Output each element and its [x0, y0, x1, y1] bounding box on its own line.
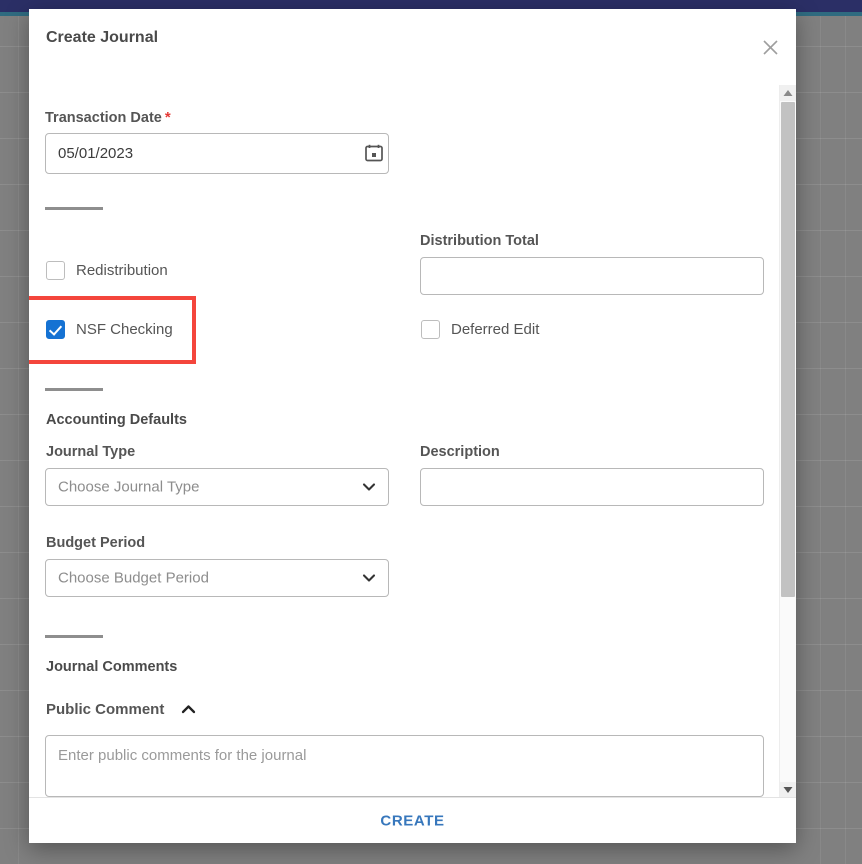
- chevron-up-icon[interactable]: [181, 702, 196, 717]
- description-label: Description: [420, 444, 500, 460]
- page-title: Create Journal: [46, 29, 159, 46]
- checkbox-label: Deferred Edit: [451, 321, 540, 338]
- modal-scrollbar[interactable]: [779, 85, 796, 798]
- budget-period-selected-value: Choose Budget Period: [58, 569, 209, 587]
- triangle-up-icon[interactable]: [780, 85, 796, 101]
- modal-footer: CREATE: [29, 797, 796, 843]
- redistribution-checkbox-box[interactable]: [46, 261, 65, 280]
- journal-type-selected-value: Choose Journal Type: [58, 478, 200, 496]
- chevron-down-icon[interactable]: [362, 571, 376, 585]
- journal-type-label: Journal Type: [46, 444, 136, 460]
- background-column-divider: [845, 16, 846, 864]
- background-column-divider: [18, 16, 19, 864]
- checkbox-deferred-edit[interactable]: Deferred Edit: [421, 320, 539, 339]
- description-input[interactable]: [420, 468, 764, 506]
- checkbox-label: Redistribution: [76, 262, 168, 279]
- divider-comments: [45, 635, 103, 638]
- public-comment-textarea[interactable]: [45, 735, 764, 797]
- journal-type-select[interactable]: Choose Journal Type: [45, 468, 389, 506]
- transaction-date-input[interactable]: [45, 133, 389, 174]
- distribution-total-label: Distribution Total: [420, 233, 539, 249]
- public-comment-label: Public Comment: [46, 701, 165, 718]
- divider-accounting: [45, 388, 103, 391]
- nsf-checking-checkbox-box[interactable]: [46, 320, 65, 339]
- distribution-total-input[interactable]: [420, 257, 764, 295]
- required-marker: *: [164, 109, 171, 126]
- checkbox-redistribution[interactable]: Redistribution: [46, 261, 168, 280]
- create-journal-modal: Create Journal Transaction Date * 05/01/…: [29, 9, 796, 843]
- section-title-journal-comments: Journal Comments: [46, 659, 178, 675]
- transaction-date-label-text: Transaction Date: [45, 110, 162, 126]
- budget-period-select[interactable]: Choose Budget Period: [45, 559, 389, 597]
- triangle-down-icon[interactable]: [780, 782, 796, 798]
- form-content: Transaction Date* Redistribution: [29, 85, 781, 798]
- deferred-edit-checkbox-box[interactable]: [421, 320, 440, 339]
- budget-period-label: Budget Period: [46, 535, 146, 551]
- section-title-accounting-defaults: Accounting Defaults: [46, 412, 187, 428]
- scrollbar-thumb[interactable]: [781, 102, 795, 597]
- close-icon[interactable]: [756, 33, 784, 61]
- chevron-down-icon[interactable]: [362, 480, 376, 494]
- modal-scroll-body: Transaction Date* Redistribution: [29, 85, 796, 798]
- checkbox-label: NSF Checking: [76, 321, 173, 338]
- divider-options: [45, 207, 103, 210]
- background-column-divider: [820, 16, 821, 864]
- calendar-icon[interactable]: [365, 144, 383, 162]
- checkbox-nsf-checking[interactable]: NSF Checking: [46, 320, 173, 339]
- create-button[interactable]: CREATE: [366, 806, 458, 835]
- transaction-date-label: Transaction Date *: [45, 109, 171, 126]
